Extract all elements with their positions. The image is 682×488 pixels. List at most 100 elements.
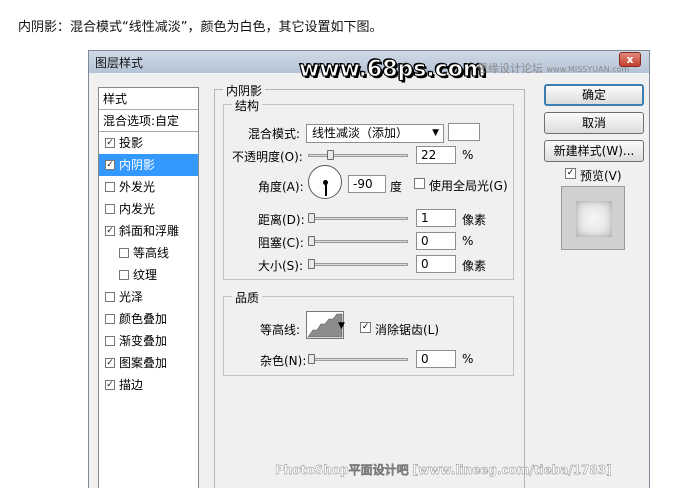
preview-checkbox[interactable]: ✓ — [565, 168, 576, 179]
distance-unit: 像素 — [462, 213, 487, 227]
noise-unit: % — [462, 352, 474, 366]
opacity-input[interactable]: 22 — [416, 146, 456, 164]
choke-unit: % — [462, 234, 474, 248]
watermark-forum-url: www.MISSYUAN.com — [546, 65, 630, 74]
choke-label: 阻塞(C): — [258, 236, 304, 250]
opacity-unit: % — [462, 148, 474, 162]
anti-alias-checkbox[interactable]: ✓ — [360, 322, 371, 333]
quality-group: 品质 等高线: ▼ ✓ 消除锯齿(L) 杂色(N): 0 % — [223, 289, 514, 376]
watermark-forum-name: 思缘设计论坛 — [477, 62, 543, 75]
style-list: ✓ 投影 ✓ 内阴影 外发光 内发光 ✓ 斜面和浮雕 等高线 纹理 光泽 颜色叠加 渐变叠加 ✓ 图案叠加 ✓… — [99, 132, 198, 396]
style-item-checkbox[interactable] — [105, 336, 115, 346]
style-item-checkbox[interactable] — [119, 248, 129, 258]
preview-label: 预览(V) — [580, 169, 622, 183]
style-item-label: 图案叠加 — [119, 356, 168, 370]
style-item-checkbox[interactable] — [119, 270, 129, 280]
opacity-slider-track[interactable] — [308, 154, 408, 157]
preview-swatch — [576, 201, 612, 237]
contour-label: 等高线: — [260, 323, 301, 337]
style-item-label: 斜面和浮雕 — [119, 224, 180, 238]
style-item[interactable]: ✓ 斜面和浮雕 — [99, 220, 198, 242]
styles-header[interactable]: 样式 — [99, 88, 198, 110]
use-global-light-label: 使用全局光(G) — [429, 179, 508, 193]
angle-unit: 度 — [390, 180, 403, 194]
watermark-forum: 思缘设计论坛 www.MISSYUAN.com — [477, 60, 629, 76]
style-item-label: 颜色叠加 — [119, 312, 168, 326]
style-item[interactable]: 光泽 — [99, 286, 198, 308]
quality-title: 品质 — [232, 289, 263, 306]
structure-group: 结构 混合模式: 线性减淡（添加） ▼ 不透明度(O): 22 % 角度(A):… — [223, 97, 514, 280]
style-item-checkbox[interactable]: ✓ — [105, 226, 115, 236]
style-item-checkbox[interactable] — [105, 182, 115, 192]
style-item[interactable]: 外发光 — [99, 176, 198, 198]
style-item[interactable]: 颜色叠加 — [99, 308, 198, 330]
chevron-down-icon: ▼ — [432, 128, 439, 138]
style-item[interactable]: 内发光 — [99, 198, 198, 220]
style-item-checkbox[interactable] — [105, 292, 115, 302]
style-item-label: 描边 — [119, 378, 144, 392]
angle-input[interactable]: -90 — [348, 175, 386, 193]
angle-dial[interactable] — [308, 165, 342, 199]
distance-slider-thumb[interactable] — [308, 213, 315, 223]
intro-text: 内阴影：混合模式“线性减淡”，颜色为白色，其它设置如下图。 — [18, 20, 383, 35]
choke-input[interactable]: 0 — [416, 232, 456, 250]
close-button[interactable]: x — [619, 52, 641, 67]
style-item-checkbox[interactable] — [105, 314, 115, 324]
style-item[interactable]: ✓ 投影 — [99, 132, 198, 154]
new-style-button[interactable]: 新建样式(W)... — [544, 140, 644, 162]
styles-panel: 样式 混合选项:自定 ✓ 投影 ✓ 内阴影 外发光 内发光 ✓ 斜面和浮雕 等高线 纹理 光泽 颜色叠… — [98, 87, 199, 488]
noise-label: 杂色(N): — [260, 354, 307, 368]
choke-slider-track[interactable] — [308, 240, 408, 243]
blend-mode-select[interactable]: 线性减淡（添加） ▼ — [306, 124, 444, 143]
opacity-label: 不透明度(O): — [232, 150, 303, 164]
blending-options-item[interactable]: 混合选项:自定 — [99, 110, 198, 132]
style-item-label: 光泽 — [119, 290, 144, 304]
inner-shadow-fieldset: 内阴影 结构 混合模式: 线性减淡（添加） ▼ 不透明度(O): 22 % 角度… — [214, 82, 525, 488]
distance-label: 距离(D): — [258, 213, 305, 227]
size-slider-thumb[interactable] — [308, 259, 315, 269]
style-item[interactable]: 渐变叠加 — [99, 330, 198, 352]
style-item-label: 等高线 — [133, 246, 170, 260]
distance-slider-track[interactable] — [308, 217, 408, 220]
style-item-checkbox[interactable]: ✓ — [105, 160, 115, 170]
noise-slider-thumb[interactable] — [308, 354, 315, 364]
anti-alias-label: 消除锯齿(L) — [375, 323, 440, 337]
opacity-slider-thumb[interactable] — [327, 150, 334, 160]
angle-center-dot — [323, 180, 328, 185]
style-item-label: 内发光 — [119, 202, 156, 216]
size-slider-track[interactable] — [308, 263, 408, 266]
blend-mode-value: 线性减淡（添加） — [312, 126, 409, 140]
choke-slider-thumb[interactable] — [308, 236, 315, 246]
use-global-light-checkbox[interactable] — [414, 178, 425, 189]
distance-input[interactable]: 1 — [416, 209, 456, 227]
shadow-color-swatch[interactable] — [448, 123, 480, 141]
watermark-site: www.68ps.com — [299, 57, 487, 83]
style-item-label: 渐变叠加 — [119, 334, 168, 348]
style-item[interactable]: ✓ 描边 — [99, 374, 198, 396]
style-item-checkbox[interactable] — [105, 204, 115, 214]
blend-mode-label: 混合模式: — [248, 127, 301, 141]
ok-button[interactable]: 确定 — [544, 84, 644, 106]
size-input[interactable]: 0 — [416, 255, 456, 273]
style-item[interactable]: 纹理 — [99, 264, 198, 286]
style-item[interactable]: ✓ 内阴影 — [99, 154, 198, 176]
contour-dropdown-icon[interactable]: ▼ — [338, 321, 345, 331]
watermark-bottom: PhotoShop平面设计吧 [www.lineeg.com/tieba/178… — [275, 463, 612, 477]
noise-slider-track[interactable] — [308, 358, 408, 361]
size-label: 大小(S): — [258, 259, 304, 273]
dialog-title: 图层样式 — [95, 56, 144, 70]
style-preview-thumbnail — [561, 186, 625, 250]
structure-title: 结构 — [232, 97, 263, 114]
noise-input[interactable]: 0 — [416, 350, 456, 368]
size-unit: 像素 — [462, 259, 487, 273]
style-item-label: 内阴影 — [119, 158, 156, 172]
style-item-label: 外发光 — [119, 180, 156, 194]
style-item-checkbox[interactable]: ✓ — [105, 138, 115, 148]
style-item[interactable]: ✓ 图案叠加 — [99, 352, 198, 374]
style-item-checkbox[interactable]: ✓ — [105, 358, 115, 368]
cancel-button[interactable]: 取消 — [544, 112, 644, 134]
style-item-checkbox[interactable]: ✓ — [105, 380, 115, 390]
style-item[interactable]: 等高线 — [99, 242, 198, 264]
dialog-titlebar[interactable]: 图层样式 www.68ps.com 思缘设计论坛 www.MISSYUAN.co… — [89, 51, 649, 83]
angle-label: 角度(A): — [258, 180, 304, 194]
